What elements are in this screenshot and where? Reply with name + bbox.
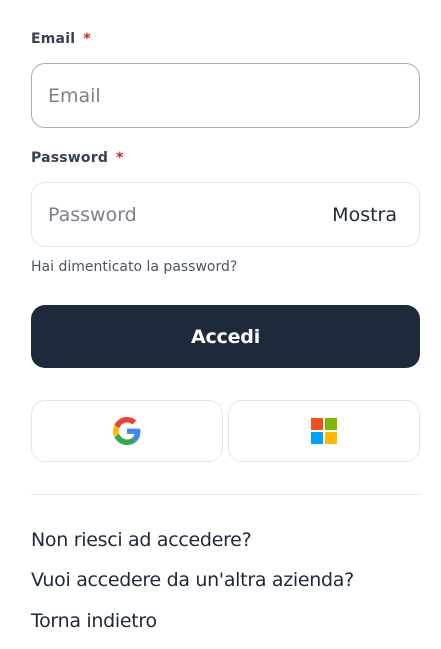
password-label: Password — [31, 150, 109, 166]
email-label-row: Email * — [31, 31, 91, 47]
password-field-container: Mostra — [31, 182, 420, 247]
forgot-password-link[interactable]: Hai dimenticato la password? — [31, 259, 237, 275]
microsoft-login-button[interactable] — [228, 400, 420, 462]
email-input[interactable] — [48, 64, 308, 127]
divider — [31, 494, 420, 495]
password-required-mark: * — [116, 150, 124, 166]
password-label-row: Password * — [31, 150, 124, 166]
other-company-link[interactable]: Vuoi accedere da un'altra azienda? — [31, 569, 354, 591]
google-icon — [113, 417, 141, 445]
email-label: Email — [31, 31, 76, 47]
microsoft-icon — [311, 418, 337, 444]
show-password-toggle[interactable]: Mostra — [332, 183, 397, 246]
email-field-container — [31, 63, 420, 128]
email-required-mark: * — [83, 31, 91, 47]
google-login-button[interactable] — [31, 400, 223, 462]
cannot-login-link[interactable]: Non riesci ad accedere? — [31, 529, 252, 551]
login-button[interactable]: Accedi — [31, 305, 420, 368]
go-back-link[interactable]: Torna indietro — [31, 610, 157, 632]
password-input[interactable] — [48, 183, 308, 246]
